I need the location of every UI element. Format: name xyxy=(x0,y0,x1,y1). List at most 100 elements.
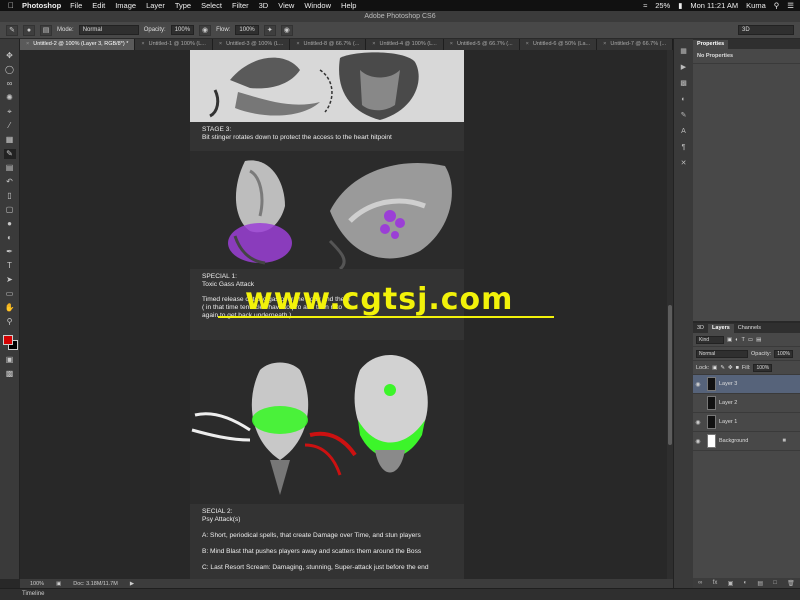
new-group-icon[interactable]: ▤ xyxy=(757,580,763,587)
wifi-icon[interactable]: ≈ xyxy=(643,1,647,10)
layer-name[interactable]: Background xyxy=(719,438,748,444)
clone-stamp-tool-icon[interactable]: ▤ xyxy=(4,163,16,173)
close-tab-icon[interactable]: × xyxy=(372,41,375,47)
quick-mask-icon[interactable]: ▣ xyxy=(4,355,16,365)
layer-opacity-field[interactable]: 100% xyxy=(774,349,793,358)
layer-row-layer-2[interactable]: Layer 2 xyxy=(693,394,800,413)
close-tab-icon[interactable]: × xyxy=(603,41,606,47)
brush-size-picker[interactable]: ● xyxy=(23,24,35,36)
filter-type-icon[interactable]: T xyxy=(742,337,745,343)
eraser-tool-icon[interactable]: ▯ xyxy=(4,191,16,201)
link-layers-icon[interactable]: ∞ xyxy=(698,580,702,586)
move-tool-icon[interactable]: ✥ xyxy=(4,51,16,61)
filter-kind-select[interactable]: Kind xyxy=(696,335,724,344)
close-tab-icon[interactable]: × xyxy=(26,41,29,47)
delete-layer-icon[interactable]: 🗑 xyxy=(787,580,795,587)
doc-tab[interactable]: × Untitled-1 @ 100% (L... xyxy=(135,39,213,50)
close-tab-icon[interactable]: × xyxy=(296,41,299,47)
tab-3d[interactable]: 3D xyxy=(693,324,708,333)
doc-tab[interactable]: × Untitled-3 @ 100% (L... xyxy=(212,39,291,50)
menu-file[interactable]: File xyxy=(70,1,82,10)
flow-field[interactable]: 100% xyxy=(235,25,259,35)
menu-image[interactable]: Image xyxy=(115,1,136,10)
quick-select-tool-icon[interactable]: ✺ xyxy=(4,93,16,103)
apple-icon[interactable]:  xyxy=(0,1,22,10)
scrollbar-thumb[interactable] xyxy=(668,305,672,445)
doc-tab[interactable]: × Untitled-5 @ 66.7% (... xyxy=(443,39,520,50)
layer-row-layer-3[interactable]: ◉ Layer 3 xyxy=(693,375,800,394)
type-tool-icon[interactable]: T xyxy=(4,261,16,271)
export-icon[interactable]: ▣ xyxy=(56,581,61,587)
lock-image-icon[interactable]: ✎ xyxy=(720,365,725,371)
pressure-opacity-icon[interactable]: ◉ xyxy=(199,24,212,36)
pressure-size-icon[interactable]: ◉ xyxy=(280,24,293,36)
crop-tool-icon[interactable]: ⌖ xyxy=(4,107,16,117)
brush-tool-preset-icon[interactable]: ✎ xyxy=(6,24,18,36)
close-tab-icon[interactable]: × xyxy=(219,41,222,47)
lock-all-icon[interactable]: ■ xyxy=(736,365,739,371)
hand-tool-icon[interactable]: ✋ xyxy=(4,303,16,313)
zoom-level[interactable]: 100% xyxy=(30,581,44,587)
filter-smart-object-icon[interactable]: ▤ xyxy=(756,337,761,343)
path-select-tool-icon[interactable]: ➤ xyxy=(4,275,16,285)
eyedropper-tool-icon[interactable]: ⁄ xyxy=(4,121,16,131)
layer-name[interactable]: Layer 3 xyxy=(719,381,737,387)
new-layer-icon[interactable]: □ xyxy=(773,580,777,586)
filter-pixel-icon[interactable]: ▣ xyxy=(727,337,732,343)
menu-help[interactable]: Help xyxy=(341,1,356,10)
mode-select[interactable]: Normal xyxy=(78,25,139,35)
pen-tool-icon[interactable]: ✒ xyxy=(4,247,16,257)
history-brush-tool-icon[interactable]: ↶ xyxy=(4,177,16,187)
dodge-tool-icon[interactable]: ◐ xyxy=(4,233,16,243)
blend-mode-select[interactable]: Normal xyxy=(696,349,748,358)
app-menu[interactable]: Photoshop xyxy=(22,1,61,10)
character-icon[interactable]: A xyxy=(678,127,690,137)
tab-layers[interactable]: Layers xyxy=(708,324,734,333)
menu-type[interactable]: Type xyxy=(175,1,191,10)
visibility-eye-icon[interactable]: ◉ xyxy=(693,438,703,445)
gradient-tool-icon[interactable]: ▢ xyxy=(4,205,16,215)
brush-panel-toggle-icon[interactable]: ▤ xyxy=(40,24,52,36)
tool-presets-icon[interactable]: ✕ xyxy=(678,159,690,169)
menu-view[interactable]: View xyxy=(278,1,294,10)
clock[interactable]: Mon 11:21 AM xyxy=(690,1,738,10)
layer-name[interactable]: Layer 1 xyxy=(719,419,737,425)
adjustments-icon[interactable]: ◐ xyxy=(678,95,690,105)
fill-field[interactable]: 100% xyxy=(753,363,773,372)
shape-tool-icon[interactable]: ▭ xyxy=(4,289,16,299)
layer-row-layer-1[interactable]: ◉ Layer 1 xyxy=(693,413,800,432)
lasso-tool-icon[interactable]: ∞ xyxy=(4,79,16,89)
visibility-eye-icon[interactable]: ◉ xyxy=(693,381,703,388)
doc-tab[interactable]: × Untitled-7 @ 66.7% (... xyxy=(597,39,674,50)
doc-tab[interactable]: × Untitled-4 @ 100% (L... xyxy=(366,39,444,50)
close-tab-icon[interactable]: × xyxy=(526,41,529,47)
paragraph-icon[interactable]: ¶ xyxy=(678,143,690,153)
timeline-panel-tab[interactable]: Timeline xyxy=(0,588,800,600)
canvas-area[interactable]: STAGE 3: Bit stinger rotates down to pro… xyxy=(20,50,667,579)
airbrush-icon[interactable]: ✦ xyxy=(263,24,276,36)
battery-percent[interactable]: 25% xyxy=(655,1,670,10)
brush-tool-icon[interactable]: ✎ xyxy=(3,149,16,159)
close-tab-icon[interactable]: × xyxy=(450,41,453,47)
menu-edit[interactable]: Edit xyxy=(92,1,105,10)
doc-tab-active[interactable]: × Untitled-2 @ 100% (Layer 3, RGB/8*) * xyxy=(20,39,136,50)
tab-properties[interactable]: Properties xyxy=(693,40,729,49)
swatches-icon[interactable]: ▩ xyxy=(678,79,690,89)
actions-icon[interactable]: ▶ xyxy=(678,63,690,73)
menu-window[interactable]: Window xyxy=(304,1,331,10)
menu-select[interactable]: Select xyxy=(201,1,222,10)
workspace-select[interactable]: 3D xyxy=(738,25,794,35)
tab-channels[interactable]: Channels xyxy=(734,324,765,333)
notification-center-icon[interactable]: ☰ xyxy=(787,1,794,10)
filter-adjustment-icon[interactable]: ◐ xyxy=(735,337,738,343)
screen-mode-icon[interactable]: ▩ xyxy=(4,369,16,379)
lock-transparent-icon[interactable]: ▣ xyxy=(712,365,717,371)
marquee-tool-icon[interactable]: ◯ xyxy=(4,65,16,75)
filter-shape-icon[interactable]: ▭ xyxy=(748,337,753,343)
layer-style-icon[interactable]: fx xyxy=(713,580,718,586)
spotlight-search-icon[interactable]: ⚲ xyxy=(774,1,780,10)
doc-tab[interactable]: × Untitled-6 @ 50% (La... xyxy=(519,39,598,50)
zoom-tool-icon[interactable]: ⚲ xyxy=(4,317,16,327)
user-name[interactable]: Kuma xyxy=(746,1,766,10)
visibility-eye-icon[interactable]: ◉ xyxy=(693,419,703,426)
